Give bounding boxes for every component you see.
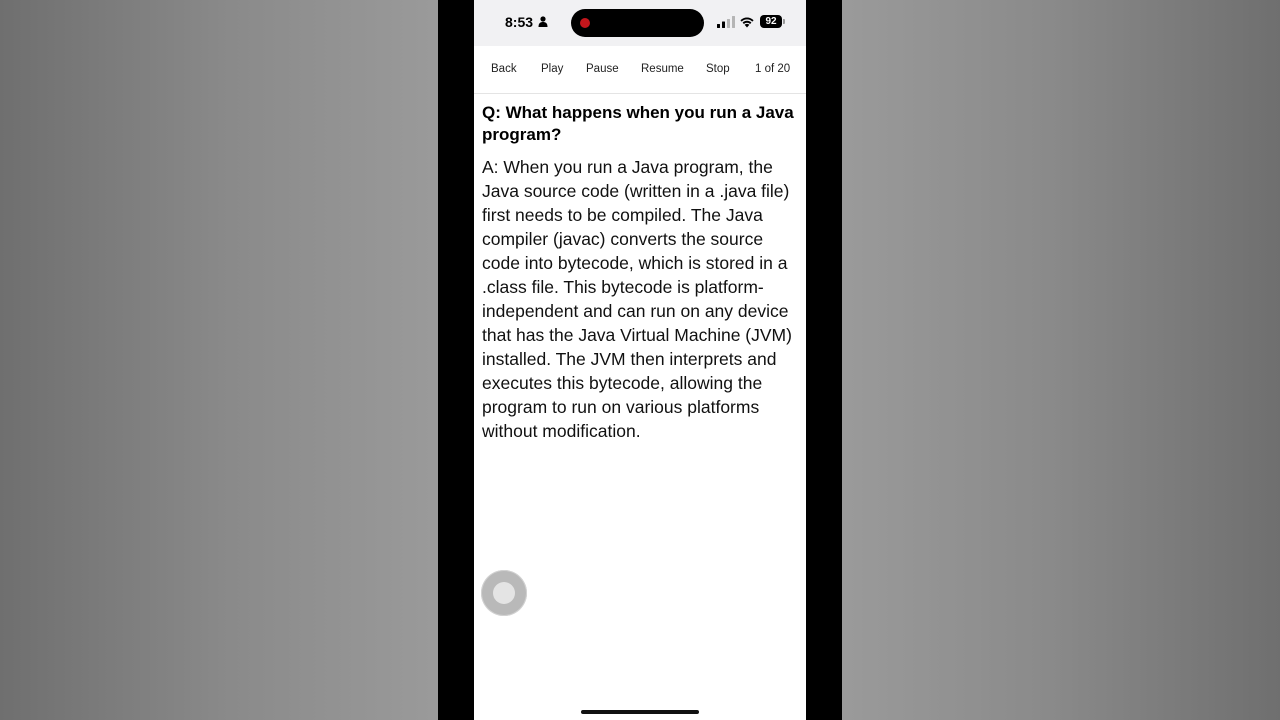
back-button[interactable]: Back — [491, 63, 517, 75]
status-time: 8:53 — [505, 14, 534, 30]
play-button[interactable]: Play — [541, 63, 563, 75]
left-bezel — [438, 0, 474, 720]
status-bar: 8:53 92 — [474, 0, 806, 46]
question-text: Q: What happens when you run a Java prog… — [482, 103, 794, 144]
battery-icon: 92 — [760, 15, 782, 28]
phone-screen: 8:53 92 Back Play Pause Resume Stop 1 of… — [474, 0, 806, 720]
answer-text: A: When you run a Java program, the Java… — [482, 157, 792, 441]
playback-toolbar: Back Play Pause Resume Stop 1 of 20 — [474, 46, 806, 94]
pause-button[interactable]: Pause — [586, 63, 619, 75]
flashcard: Q: What happens when you run a Java prog… — [482, 102, 800, 443]
stop-button[interactable]: Stop — [706, 63, 730, 75]
right-bezel — [806, 0, 842, 720]
assistive-touch-icon — [493, 582, 515, 604]
recording-dot-icon — [580, 18, 590, 28]
card-counter: 1 of 20 — [755, 63, 791, 75]
battery-tip — [783, 19, 785, 24]
assistive-touch-button[interactable] — [481, 570, 527, 616]
home-indicator[interactable] — [581, 710, 699, 714]
cellular-signal-icon — [717, 16, 735, 28]
person-icon — [538, 16, 548, 27]
wifi-icon — [740, 17, 754, 28]
dynamic-island — [571, 9, 704, 37]
resume-button[interactable]: Resume — [641, 63, 684, 75]
